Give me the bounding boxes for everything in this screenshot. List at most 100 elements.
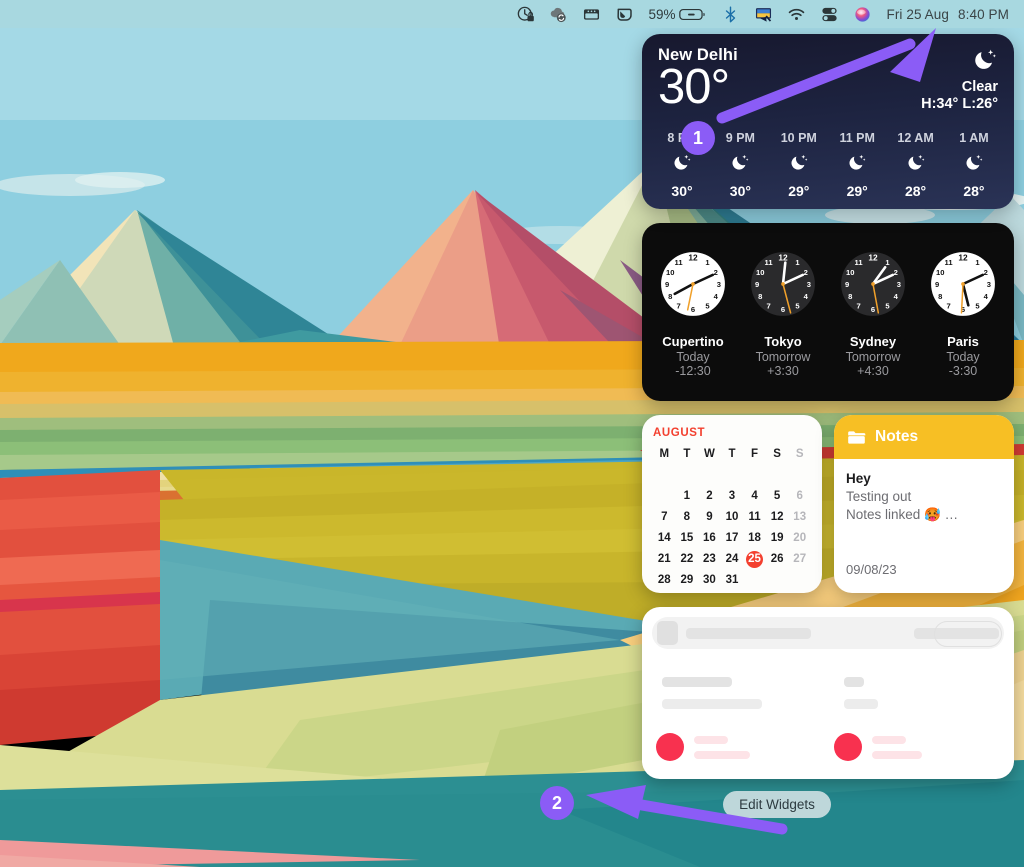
notes-widget[interactable]: Notes Hey Testing out Notes linked 🥵 … 0… — [834, 415, 1014, 593]
calendar-day[interactable]: 26 — [766, 551, 789, 568]
calendar-day[interactable]: 27 — [788, 551, 811, 568]
calendar-day[interactable]: 17 — [721, 530, 744, 547]
calendar-day[interactable]: 2 — [698, 488, 721, 505]
world-clock-widget[interactable]: 12 1 2 3 4 5 6 7 8 9 10 11 Cupertino Tod… — [642, 223, 1014, 401]
calendar-day[interactable]: 7 — [653, 509, 676, 526]
edit-widgets-button[interactable]: Edit Widgets — [723, 791, 831, 818]
calendar-day[interactable]: 23 — [698, 551, 721, 568]
loading-placeholder-widget[interactable] — [642, 607, 1014, 779]
calendar-day[interactable]: 29 — [676, 572, 699, 589]
battery-status[interactable]: 59% — [641, 0, 714, 28]
calendar-day[interactable]: 18 — [743, 530, 766, 547]
calendar-day[interactable]: 12 — [766, 509, 789, 526]
placeholder-list-item — [656, 733, 750, 761]
siri-icon[interactable] — [846, 0, 879, 28]
window-app-icon[interactable] — [575, 0, 608, 28]
calendar-weekday-header: W — [703, 448, 715, 460]
weather-condition: Clear — [961, 79, 998, 95]
svg-text:3: 3 — [717, 280, 721, 289]
calendar-day[interactable]: 5 — [766, 488, 789, 505]
calendar-weekday-header: T — [683, 448, 691, 460]
calendar-weekday-header: S — [795, 448, 804, 460]
wifi-icon[interactable] — [780, 0, 813, 28]
calendar-day[interactable]: 3 — [721, 488, 744, 505]
svg-text:12: 12 — [868, 252, 878, 262]
calendar-day — [743, 467, 766, 484]
calendar-day[interactable]: 4 — [743, 488, 766, 505]
calendar-day[interactable]: 15 — [676, 530, 699, 547]
analog-clock-face: 12 1 2 3 4 5 6 7 8 9 10 11 — [841, 252, 905, 316]
clock-item-tokyo: 12 1 2 3 4 5 6 7 8 9 10 11 Tokyo Tomorro… — [740, 246, 826, 378]
hourly-temp: 28° — [904, 183, 927, 199]
calendar-weekday-header: T — [728, 448, 736, 460]
moon-stars-icon — [975, 49, 996, 69]
calendar-day[interactable]: 8 — [676, 509, 699, 526]
calendar-day[interactable]: 14 — [653, 530, 676, 547]
calendar-day[interactable]: 6 — [788, 488, 811, 505]
screenshot-tool-icon[interactable] — [608, 0, 641, 28]
placeholder-bar — [686, 627, 812, 639]
calendar-day[interactable]: 11 — [743, 509, 766, 526]
calendar-day[interactable]: 10 — [721, 509, 744, 526]
placeholder-icon-block — [657, 621, 679, 645]
svg-text:10: 10 — [756, 268, 764, 277]
calendar-weekday-header: M — [659, 448, 670, 460]
svg-text:2: 2 — [894, 268, 898, 277]
hourly-time: 11 PM — [839, 131, 875, 145]
svg-text:9: 9 — [665, 280, 669, 289]
svg-text:11: 11 — [675, 258, 684, 267]
placeholder-pill-button[interactable] — [934, 621, 1002, 647]
calendar-month-label: AUGUST — [653, 427, 706, 439]
calendar-day[interactable]: 13 — [788, 509, 811, 526]
calendar-day-today[interactable]: 25 — [746, 551, 764, 568]
bluetooth-icon[interactable] — [714, 0, 747, 28]
calendar-day[interactable]: 24 — [721, 551, 744, 568]
notes-body: Hey Testing out Notes linked 🥵 … 09/08/2… — [834, 459, 1014, 593]
calendar-day — [788, 467, 811, 484]
calendar-day[interactable]: 16 — [698, 530, 721, 547]
menubar-date[interactable]: Fri 25 Aug — [879, 0, 956, 28]
clock-offset: -12:30 — [675, 364, 711, 378]
annotation-badge-2: 2 — [540, 786, 574, 820]
hourly-temp: 29° — [788, 183, 810, 199]
svg-text:2: 2 — [804, 268, 808, 277]
calendar-day[interactable]: 22 — [676, 551, 699, 568]
vpn-lock-icon[interactable] — [509, 0, 542, 28]
svg-text:10: 10 — [846, 268, 854, 277]
clock-offset: -3:30 — [948, 364, 978, 378]
svg-text:8: 8 — [938, 292, 942, 301]
calendar-widget[interactable]: AUGUST M T W T F S S 1 2 3 4 5 6 7 8 9 10 11 12 13 14 15 16 17 1… — [642, 415, 822, 593]
calendar-day[interactable]: 20 — [788, 530, 811, 547]
control-center-icon[interactable] — [813, 0, 846, 28]
placeholder-avatar — [656, 733, 684, 761]
calendar-grid: M T W T F S S 1 2 3 4 5 6 7 8 9 10 11 12 13 14 15 16 17 18 19 20 21… — [653, 446, 811, 589]
calendar-day[interactable]: 9 — [698, 509, 721, 526]
svg-text:3: 3 — [897, 280, 901, 289]
menubar-time-label: 8:40 PM — [958, 6, 1009, 22]
calendar-day[interactable]: 31 — [721, 572, 744, 589]
moon-stars-icon — [789, 152, 809, 177]
calendar-day[interactable]: 21 — [653, 551, 676, 568]
hourly-item: 9 PM 30° — [714, 131, 766, 199]
hourly-item: 11 PM 29° — [831, 131, 883, 199]
svg-text:12: 12 — [778, 252, 788, 262]
note-title: Hey — [846, 471, 871, 486]
moon-stars-icon — [906, 152, 926, 177]
clock-offset: +3:30 — [767, 364, 799, 378]
analog-clock-face: 12 1 2 3 4 5 6 7 8 9 10 11 — [661, 252, 725, 316]
calendar-day[interactable]: 28 — [653, 572, 676, 589]
calendar-day[interactable]: 30 — [698, 572, 721, 589]
battery-icon — [679, 8, 706, 20]
calendar-day[interactable]: 19 — [766, 530, 789, 547]
clock-city: Cupertino — [662, 334, 724, 349]
calendar-day[interactable]: 1 — [676, 488, 699, 505]
svg-text:12: 12 — [688, 252, 698, 262]
hourly-item: 12 AM 28° — [890, 131, 942, 199]
display-sharing-icon[interactable] — [747, 0, 780, 28]
folder-icon — [848, 430, 866, 444]
menubar-clock[interactable]: 8:40 PM — [956, 0, 1016, 28]
svg-text:8: 8 — [668, 292, 672, 301]
analog-clock-face: 12 1 2 3 4 5 6 7 8 9 10 11 — [931, 252, 995, 316]
cloud-sync-icon[interactable] — [542, 0, 575, 28]
calendar-day — [721, 467, 744, 484]
